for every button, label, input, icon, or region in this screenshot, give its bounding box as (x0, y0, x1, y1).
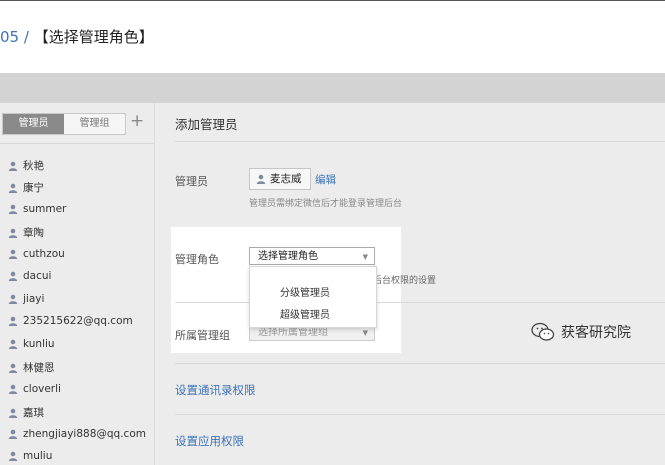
user-icon (8, 451, 18, 461)
user-icon (256, 174, 266, 184)
user-name: 秋艳 (23, 160, 44, 172)
app-header-bar (0, 73, 665, 103)
role-label: 管理角色 (175, 253, 219, 266)
user-name: 林健恩 (23, 362, 55, 374)
menu-item-super-admin[interactable]: 超级管理员 (280, 306, 330, 321)
user-icon (8, 339, 18, 349)
user-name: summer (23, 203, 67, 215)
user-icon (8, 249, 18, 259)
list-item[interactable]: summer (8, 203, 66, 215)
list-item[interactable]: 章陶 (8, 225, 44, 240)
user-icon (8, 294, 18, 304)
user-icon (8, 228, 18, 238)
group-label: 所属管理组 (175, 329, 230, 342)
user-icon (8, 384, 18, 394)
list-item[interactable]: kunliu (8, 338, 55, 350)
add-button[interactable]: + (130, 111, 144, 131)
user-name: 235215622@qq.com (23, 315, 133, 327)
user-name: jiayi (23, 293, 45, 305)
group-select-value: 选择所属管理组 (258, 327, 328, 338)
section-divider (175, 363, 665, 364)
role-select[interactable]: 选择管理角色 ▼ (249, 247, 375, 265)
section-divider (175, 414, 665, 415)
top-divider (0, 0, 665, 1)
wechat-logo-icon (531, 322, 555, 341)
step-number: 05 / (0, 28, 29, 46)
user-icon (8, 363, 18, 373)
contacts-permission-link[interactable]: 设置通讯录权限 (175, 382, 256, 398)
user-icon (8, 316, 18, 326)
list-item[interactable]: dacui (8, 270, 51, 282)
chevron-down-icon: ▼ (362, 253, 368, 261)
list-item[interactable]: 嘉琪 (8, 405, 44, 420)
user-name: cloverli (23, 383, 61, 395)
main-panel: 添加管理员 管理员 麦志威 编辑 管理员需绑定微信后才能登录管理后台 管理角色 … (155, 103, 665, 465)
sidebar-divider (0, 143, 154, 144)
edit-link[interactable]: 编辑 (315, 172, 336, 187)
user-icon (8, 161, 18, 171)
list-item[interactable]: muliu (8, 450, 52, 462)
user-name: zhengjiayi888@qq.com (23, 428, 146, 440)
list-item[interactable]: 林健恩 (8, 360, 55, 375)
tab-admins[interactable]: 管理员 (3, 114, 64, 134)
list-item[interactable]: 康宁 (8, 180, 44, 195)
tab-admin-groups[interactable]: 管理组 (64, 114, 125, 134)
admin-name: 麦志威 (270, 173, 302, 185)
user-name: 嘉琪 (23, 407, 44, 419)
admin-label: 管理员 (175, 175, 208, 188)
step-heading: 05 / 【选择管理角色】 (0, 26, 154, 47)
user-icon (8, 408, 18, 418)
list-item[interactable]: cloverli (8, 383, 61, 395)
role-hint: 后台权限的设置 (373, 276, 437, 286)
user-icon (8, 183, 18, 193)
menu-item-grade-admin[interactable]: 分级管理员 (280, 284, 330, 299)
list-item[interactable]: jiayi (8, 293, 44, 305)
admin-app: 管理员 管理组 + 秋艳 康宁 summer 章陶 cuthzou dacui … (0, 103, 665, 465)
app-permission-link[interactable]: 设置应用权限 (175, 433, 244, 449)
watermark: 获客研究院 (531, 322, 631, 342)
list-item[interactable]: 235215622@qq.com (8, 315, 133, 327)
list-item[interactable]: zhengjiayi888@qq.com (8, 428, 146, 440)
role-select-value: 选择管理角色 (258, 251, 318, 262)
sidebar-tabs: 管理员 管理组 (2, 113, 126, 135)
user-name: cuthzou (23, 248, 65, 260)
user-name: muliu (23, 450, 53, 462)
step-title: 【选择管理角色】 (33, 28, 154, 46)
sidebar: 管理员 管理组 + 秋艳 康宁 summer 章陶 cuthzou dacui … (0, 103, 155, 465)
user-name: kunliu (23, 338, 55, 350)
page-title: 添加管理员 (175, 117, 238, 132)
role-dropdown-menu: 分级管理员 超级管理员 (249, 266, 377, 328)
user-name: dacui (23, 270, 52, 282)
title-divider (175, 141, 665, 142)
admin-hint: 管理员需绑定微信后才能登录管理后台 (249, 199, 403, 209)
user-name: 康宁 (23, 182, 44, 194)
user-icon (8, 271, 18, 281)
user-icon (8, 429, 18, 439)
user-icon (8, 204, 18, 214)
user-name: 章陶 (23, 227, 44, 239)
list-item[interactable]: 秋艳 (8, 158, 44, 173)
admin-chip[interactable]: 麦志威 (249, 168, 311, 190)
watermark-text: 获客研究院 (561, 325, 631, 341)
list-item[interactable]: cuthzou (8, 248, 65, 260)
